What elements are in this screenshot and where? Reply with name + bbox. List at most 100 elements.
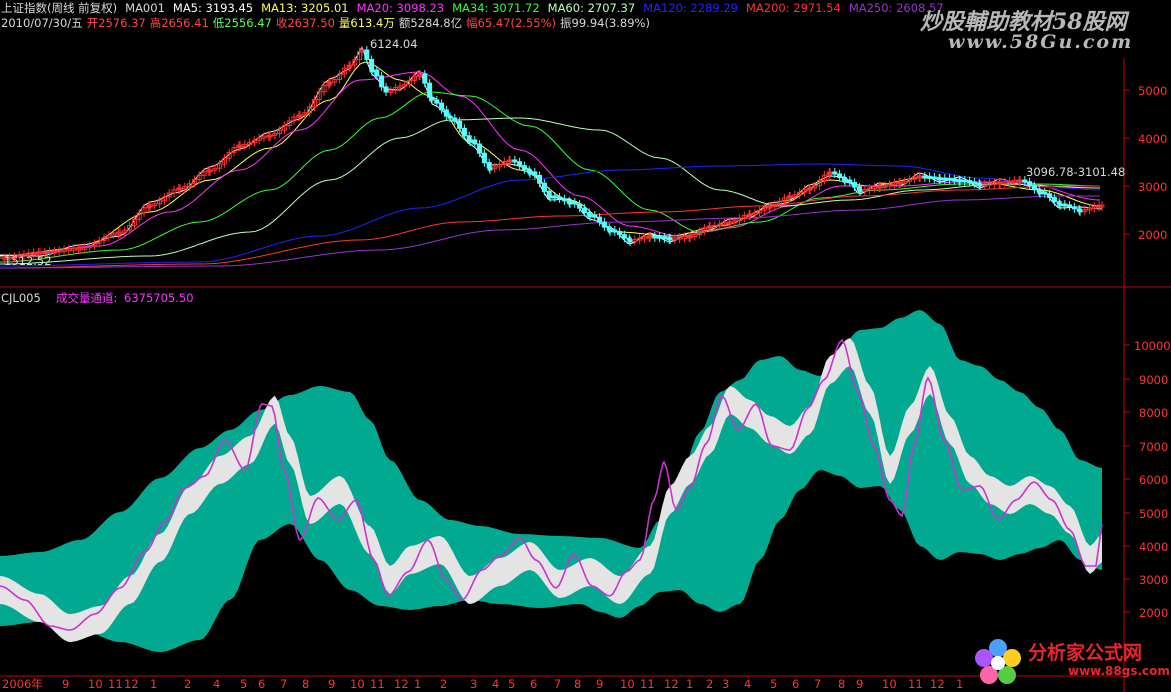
candle-body (1067, 204, 1073, 208)
candle-body (601, 221, 607, 228)
candle-body (379, 75, 385, 88)
candle-body (587, 214, 593, 218)
header-field: 量613.4万 (338, 16, 395, 30)
volume-channel-band (0, 310, 1102, 652)
time-axis-label: 9 (328, 677, 336, 691)
time-axis-label: 11 (640, 677, 655, 691)
time-axis-label: 10 (620, 677, 635, 691)
candle-body (581, 207, 587, 214)
quote-header-line: 2010/07/30/五 开2576.37 高2656.41 低2556.47 收263… (1, 16, 654, 30)
price-axis-label: 3000 (1138, 180, 1168, 194)
time-axis-label: 6 (530, 677, 538, 691)
volume-axis-label: 6000 (1139, 473, 1169, 487)
candle-body (541, 182, 547, 192)
header-field: MA13: 3205.01 (261, 1, 349, 15)
candle-body (537, 174, 543, 184)
time-axis-label: 12 (394, 677, 409, 691)
candle-body (661, 236, 667, 240)
header-field: 高2656.41 (149, 16, 209, 30)
candle-body (1071, 206, 1077, 210)
candle-body (947, 177, 953, 181)
volume-channel-label: 成交量通道: (56, 291, 118, 305)
time-axis-label: 4 (492, 677, 500, 691)
candle-body (951, 178, 957, 182)
watermark-url: www.58Gu.com (948, 31, 1134, 53)
candle-body (487, 167, 493, 171)
time-axis-label: 1 (150, 677, 158, 691)
peak-annotation: 6124.04 (370, 37, 418, 51)
time-axis-label: 5 (240, 677, 248, 691)
time-axis-label: 1 (686, 677, 694, 691)
candle-body (1051, 197, 1057, 203)
candle-body (942, 177, 948, 181)
volume-axis-label: 8000 (1139, 406, 1169, 420)
candle-body (517, 161, 523, 167)
time-axis-label: 6 (258, 677, 266, 691)
time-axis-label: 2 (706, 677, 714, 691)
header-field: 收2637.50 (275, 16, 335, 30)
candle-body (957, 179, 963, 183)
time-axis-label: 11 (370, 677, 385, 691)
time-axis-label: 4 (213, 677, 221, 691)
volume-channel-value: 6375705.50 (124, 291, 194, 305)
candle-body (567, 201, 573, 205)
candle-body (383, 86, 389, 93)
volume-axis-label: 2000 (1139, 606, 1169, 620)
price-axis-label: 4000 (1138, 132, 1168, 146)
time-axis-label: 4 (744, 677, 752, 691)
time-axis-label: 7 (554, 677, 562, 691)
time-axis-label: 2 (440, 677, 448, 691)
candle-body (429, 96, 435, 101)
header-field: MA20: 3098.23 (356, 1, 445, 15)
candle-body (931, 176, 937, 180)
candle-body (466, 135, 472, 141)
volume-axis-label: 9000 (1139, 373, 1169, 387)
time-axis-label: 11 (108, 677, 123, 691)
candle-body (552, 195, 558, 199)
candle-body (457, 120, 463, 129)
time-axis-label: 2 (184, 677, 192, 691)
candle-body (481, 152, 487, 164)
candle-body (461, 127, 467, 137)
candle-body (937, 177, 943, 181)
candle-body (927, 175, 933, 179)
volume-axis-label: 3000 (1139, 573, 1169, 587)
candle-body (1042, 191, 1048, 195)
header-field: MA60: 2707.37 (547, 1, 636, 15)
time-axis-label: 5 (770, 677, 778, 691)
header-field: MA34: 3071.72 (452, 1, 540, 15)
header-field: 2010/07/30/五 (1, 16, 83, 30)
candle-body (427, 82, 433, 98)
candle-body (546, 190, 552, 197)
header-field: 幅65.47(2.55%) (466, 16, 557, 30)
candle-body (962, 179, 968, 183)
time-axis-label: 8 (574, 677, 582, 691)
candle-body (477, 143, 483, 154)
time-axis-label: 8 (838, 677, 846, 691)
logo-url: www.88gs.com (1068, 664, 1170, 678)
volume-axis-label: 5000 (1139, 507, 1169, 521)
candle-body (512, 159, 518, 163)
volume-axis-label: 4000 (1139, 540, 1169, 554)
time-axis-label: 3 (470, 677, 478, 691)
indicator-header-line: 上证指数(周线 前复权) MA001 MA5: 3193.45 MA13: 3205.… (1, 1, 952, 15)
candle-body (577, 203, 583, 209)
candle-body (627, 239, 633, 243)
candle-body (532, 171, 538, 176)
candle-body (572, 201, 578, 205)
time-axis-label: 11 (908, 677, 923, 691)
time-axis-label: 1 (414, 677, 422, 691)
time-axis-label: 1 (956, 677, 964, 691)
candle-body (621, 234, 627, 239)
candle-body (652, 235, 658, 239)
time-axis-label: 7 (280, 677, 288, 691)
candle-body (1022, 179, 1028, 183)
candle-body (452, 117, 458, 122)
candle-body (369, 69, 375, 73)
chart-canvas[interactable] (0, 0, 1171, 692)
time-axis-label: 7 (814, 677, 822, 691)
time-axis-label: 12 (930, 677, 945, 691)
time-axis-label: 9 (62, 677, 70, 691)
candle-body (434, 99, 440, 104)
header-field: 额5284.8亿 (398, 16, 463, 30)
